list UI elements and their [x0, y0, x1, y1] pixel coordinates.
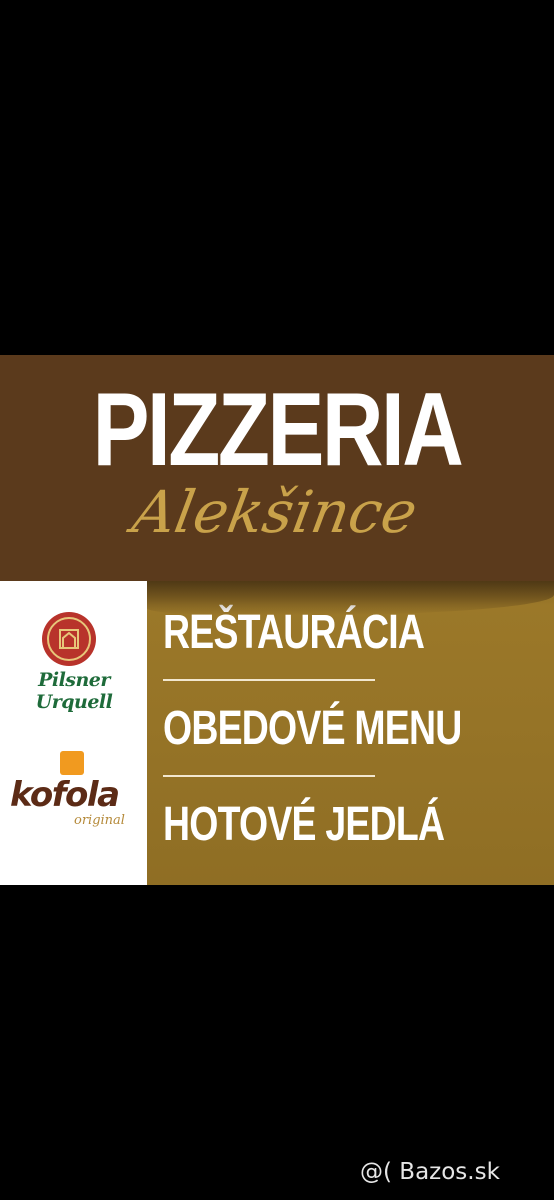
pilsner-urquell-logo: Pilsner Urquell — [35, 669, 113, 713]
kofola-logo: kofola — [10, 775, 120, 815]
banner-subtitle: Alekšince — [127, 478, 423, 546]
sponsor-logos-panel: Pilsner Urquell kofola original — [0, 581, 147, 885]
banner-title: PIZZERIA — [92, 372, 464, 488]
title-band: PIZZERIA Alekšince — [0, 355, 554, 581]
kofola-leaf-icon — [60, 751, 84, 775]
service-divider — [163, 679, 375, 681]
kofola-logo-subtext: original — [74, 813, 125, 828]
service-hotove-jedla: HOTOVÉ JEDLÁ — [163, 798, 445, 851]
pilsner-seal-icon — [42, 612, 96, 666]
service-obedove-menu: OBEDOVÉ MENU — [163, 702, 462, 755]
bazos-watermark: @( Bazos.sk — [360, 1159, 500, 1185]
services-panel: REŠTAURÁCIA OBEDOVÉ MENU HOTOVÉ JEDLÁ — [147, 581, 554, 885]
service-divider — [163, 775, 375, 777]
pizzeria-banner: PIZZERIA Alekšince Pilsner Urquell kofol… — [0, 355, 554, 885]
